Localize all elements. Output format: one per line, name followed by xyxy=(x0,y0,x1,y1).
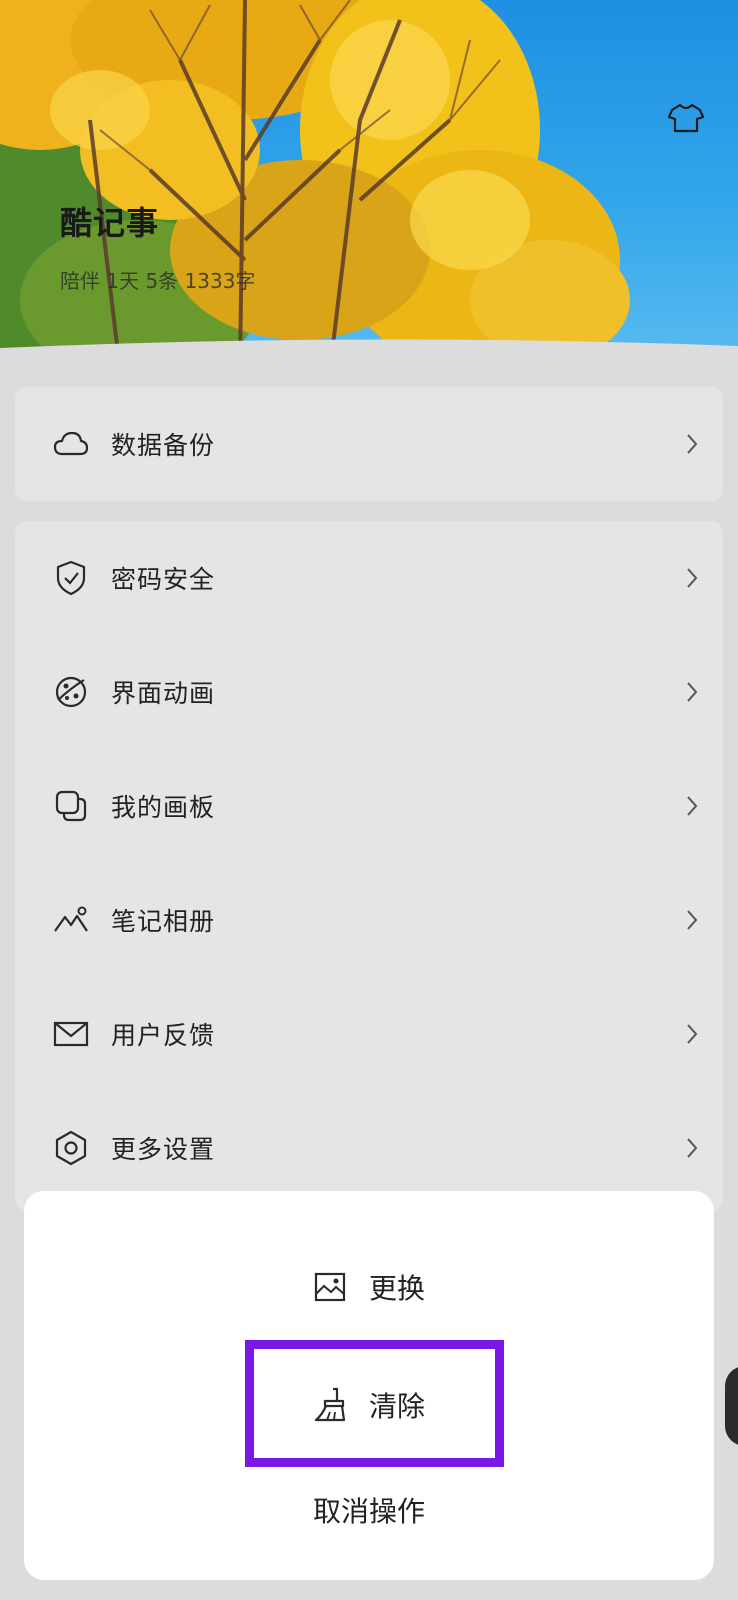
mail-icon xyxy=(53,1021,89,1047)
chevron-right-icon xyxy=(687,568,698,588)
mountain-icon xyxy=(54,906,88,932)
menu-item-label: 笔记相册 xyxy=(111,907,216,936)
image-icon xyxy=(314,1272,346,1302)
menu-item-label: 我的画板 xyxy=(111,793,216,822)
autumn-tree-image xyxy=(0,0,630,370)
backup-card: 数据备份 xyxy=(15,387,723,501)
cancel-label: 取消操作 xyxy=(312,1495,425,1528)
header-photo[interactable]: 酷记事 陪伴 1天 5条 1333字 xyxy=(0,0,738,370)
app-title: 酷记事 xyxy=(60,204,160,242)
menu-item-label: 更多设置 xyxy=(111,1135,216,1164)
palette-icon xyxy=(55,676,87,708)
chevron-right-icon xyxy=(687,1024,698,1044)
chevron-right-icon xyxy=(687,796,698,816)
menu-item-label: 数据备份 xyxy=(111,431,216,460)
cloud-icon xyxy=(53,431,89,456)
chevron-right-icon xyxy=(687,682,698,702)
theme-button[interactable] xyxy=(664,98,708,138)
hexagon-settings-icon xyxy=(55,1130,87,1166)
replace-label: 更换 xyxy=(368,1272,425,1305)
chevron-right-icon xyxy=(687,1138,698,1158)
header-curve xyxy=(0,339,738,370)
menu-item-label: 用户反馈 xyxy=(111,1021,216,1050)
menu-item-more-settings[interactable]: 更多设置 xyxy=(15,1091,723,1205)
usage-stats: 陪伴 1天 5条 1333字 xyxy=(60,269,256,293)
highlight-box xyxy=(245,1340,504,1467)
shield-check-icon xyxy=(56,560,86,596)
menu-item-album[interactable]: 笔记相册 xyxy=(15,863,723,977)
tshirt-icon xyxy=(668,103,704,133)
menu-item-label: 界面动画 xyxy=(111,679,216,708)
replace-button[interactable]: 更换 xyxy=(24,1252,714,1322)
menu-item-password[interactable]: 密码安全 xyxy=(15,521,723,635)
menu-item-label: 密码安全 xyxy=(111,565,216,594)
menu-item-drawing-board[interactable]: 我的画板 xyxy=(15,749,723,863)
cancel-button[interactable]: 取消操作 xyxy=(24,1475,714,1545)
layers-icon xyxy=(55,790,87,822)
menu-item-feedback[interactable]: 用户反馈 xyxy=(15,977,723,1091)
chevron-right-icon xyxy=(687,910,698,930)
menu-item-backup[interactable]: 数据备份 xyxy=(15,387,723,501)
settings-card: 密码安全 界面动画 我的画板 笔记相册 用户反馈 更多设置 xyxy=(15,521,723,1211)
floating-handle[interactable] xyxy=(725,1366,738,1446)
menu-item-animation[interactable]: 界面动画 xyxy=(15,635,723,749)
chevron-right-icon xyxy=(687,434,698,454)
